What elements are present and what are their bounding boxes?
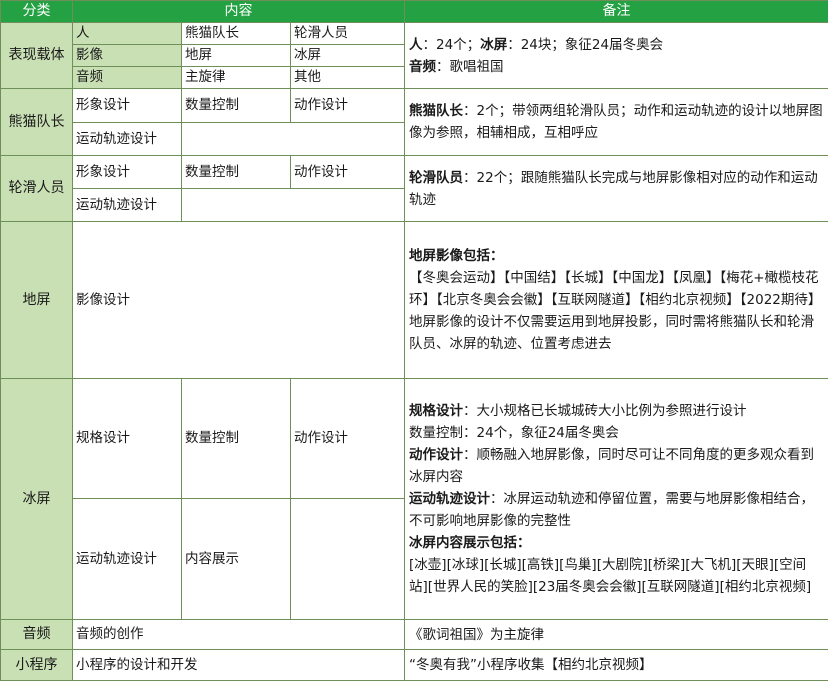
panda-cell: 运动轨迹设计 [72,122,182,156]
category-skaters: 轮滑人员 [0,155,73,222]
category-miniprogram: 小程序 [0,649,73,681]
header-content: 内容 [71,0,406,23]
note-miniprogram: “冬奥有我”小程序收集【相约北京视频】 [404,649,828,681]
floor-content: 影像设计 [71,221,406,379]
category-floor: 地屏 [0,221,73,379]
ice-cell: 数量控制 [181,378,291,499]
ice-cell: 内容展示 [181,498,291,620]
header-note: 备注 [404,0,828,23]
ice-cell: 规格设计 [72,378,182,499]
panda-cell: 数量控制 [181,88,291,123]
skaters-cell: 运动轨迹设计 [72,188,182,222]
note-ice: 规格设计：大小规格已长城城砖大小比例为参照进行设计 数量控制：24个，象征24届… [404,378,828,620]
category-carrier: 表现载体 [0,22,73,89]
planning-table: 分类 内容 备注 表现载体 人 熊猫队长 轮滑人员 人：24个；冰屏：24块；象… [0,0,828,681]
panda-empty [180,122,406,156]
ice-cell: 动作设计 [289,378,406,499]
carrier-cell: 人 [72,22,182,45]
note-skaters: 轮滑队员：22个；跟随熊猫队长完成与地屏影像相对应的动作和运动轨迹 [404,155,828,222]
audio-content: 音频的创作 [71,619,406,650]
skaters-cell: 动作设计 [289,155,406,189]
note-carrier: 人：24个；冰屏：24块；象征24届冬奥会 音频：歌唱祖国 [404,22,828,89]
panda-cell: 动作设计 [289,88,406,123]
note-floor: 地屏影像包括： 【冬奥会运动】【中国结】【长城】【中国龙】【凤凰】【梅花+橄榄枝… [404,221,828,379]
carrier-cell: 地屏 [181,44,291,67]
panda-cell: 形象设计 [72,88,182,123]
category-ice: 冰屏 [0,378,73,620]
carrier-cell: 轮滑人员 [289,22,406,45]
category-audio: 音频 [0,619,73,650]
carrier-cell: 主旋律 [181,66,291,89]
header-category: 分类 [0,0,73,23]
carrier-cell: 影像 [72,44,182,67]
carrier-cell: 其他 [289,66,406,89]
carrier-cell: 冰屏 [289,44,406,67]
carrier-cell: 熊猫队长 [181,22,291,45]
note-panda: 熊猫队长：2个；带领两组轮滑队员；动作和运动轨迹的设计以地屏图像为参照，相辅相成… [404,88,828,156]
category-panda: 熊猫队长 [0,88,73,156]
skaters-empty [180,188,406,222]
skaters-cell: 数量控制 [181,155,291,189]
skaters-cell: 形象设计 [72,155,182,189]
note-audio: 《歌词祖国》为主旋律 [404,619,828,650]
carrier-cell: 音频 [72,66,182,89]
ice-cell: 运动轨迹设计 [72,498,182,620]
ice-empty [289,498,406,620]
miniprogram-content: 小程序的设计和开发 [71,649,406,681]
